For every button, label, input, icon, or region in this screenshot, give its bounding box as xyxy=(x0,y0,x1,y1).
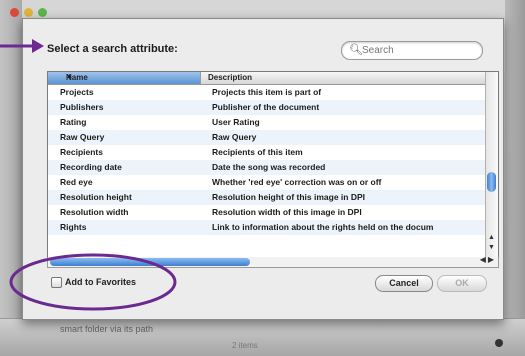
attribute-table: Name ▲ Description Projects Projects this… xyxy=(47,71,499,259)
table-row[interactable]: Recipients Recipients of this item xyxy=(48,145,485,160)
scroll-down-icon[interactable]: ▼ xyxy=(488,244,495,251)
sort-indicator-icon: ▲ xyxy=(66,73,73,80)
table-row[interactable]: Recording date Date the song was recorded xyxy=(48,160,485,175)
cell-name: Publishers xyxy=(60,102,104,112)
table-row[interactable]: Rights Link to information about the righ… xyxy=(48,220,485,235)
cell-description: User Rating xyxy=(212,117,260,127)
cell-name: Red eye xyxy=(60,177,93,187)
cell-description: Date the song was recorded xyxy=(212,162,326,172)
search-icon: 🔍︎ xyxy=(349,44,363,56)
scroll-up-icon[interactable]: ▲ xyxy=(488,234,495,241)
resize-handle[interactable] xyxy=(495,339,503,347)
column-header-name[interactable]: Name ▲ xyxy=(48,72,201,84)
table-header: Name ▲ Description xyxy=(48,72,485,85)
cell-name: Projects xyxy=(60,87,94,97)
table-row[interactable]: Red eye Whether 'red eye' correction was … xyxy=(48,175,485,190)
table-row[interactable]: Rating User Rating xyxy=(48,115,485,130)
cell-description: Recipients of this item xyxy=(212,147,303,157)
horizontal-scroll-arrows-icon[interactable]: ◀▶ xyxy=(480,255,496,264)
background-right-edge xyxy=(505,0,525,355)
item-count: 2 items xyxy=(232,341,258,350)
table-row[interactable]: Resolution height Resolution height of th… xyxy=(48,190,485,205)
cell-description: Link to information about the rights hel… xyxy=(212,222,434,232)
table-row[interactable]: Publishers Publisher of the document xyxy=(48,100,485,115)
cell-name: Resolution width xyxy=(60,207,129,217)
cell-name: Rating xyxy=(60,117,87,127)
column-header-description[interactable]: Description xyxy=(208,73,252,82)
cell-name: Recording date xyxy=(60,162,122,172)
background-status-bar: smart folder via its path 2 items xyxy=(0,318,525,356)
cell-description: Resolution height of this image in DPI xyxy=(212,192,366,202)
cell-description: Publisher of the document xyxy=(212,102,320,112)
zoom-window-button[interactable] xyxy=(38,8,47,17)
annotation-ellipse xyxy=(9,253,177,311)
annotation-arrow-icon xyxy=(0,39,44,53)
cell-name: Rights xyxy=(60,222,87,232)
cell-name: Raw Query xyxy=(60,132,105,142)
cell-name: Resolution height xyxy=(60,192,132,202)
cell-description: Projects this item is part of xyxy=(212,87,322,97)
minimize-window-button[interactable] xyxy=(24,8,33,17)
cell-description: Raw Query xyxy=(212,132,257,142)
status-text: smart folder via its path xyxy=(60,324,154,334)
table-row[interactable]: Resolution width Resolution width of this… xyxy=(48,205,485,220)
cancel-button[interactable]: Cancel xyxy=(375,275,433,292)
table-body: Projects Projects this item is part of Pu… xyxy=(48,85,485,235)
cell-description: Whether 'red eye' correction was on or o… xyxy=(212,177,382,187)
table-row[interactable]: Raw Query Raw Query xyxy=(48,130,485,145)
vertical-scroll-thumb[interactable] xyxy=(487,172,496,192)
ok-button[interactable]: OK xyxy=(437,275,487,292)
vertical-scrollbar[interactable]: ▲ ▼ xyxy=(485,72,498,258)
search-field[interactable]: 🔍︎ xyxy=(341,41,483,60)
cell-name: Recipients xyxy=(60,147,103,157)
table-row[interactable]: Projects Projects this item is part of xyxy=(48,85,485,100)
close-window-button[interactable] xyxy=(10,8,19,17)
cell-description: Resolution width of this image in DPI xyxy=(212,207,362,217)
search-input[interactable] xyxy=(362,43,472,57)
dialog-prompt: Select a search attribute: xyxy=(47,43,178,55)
